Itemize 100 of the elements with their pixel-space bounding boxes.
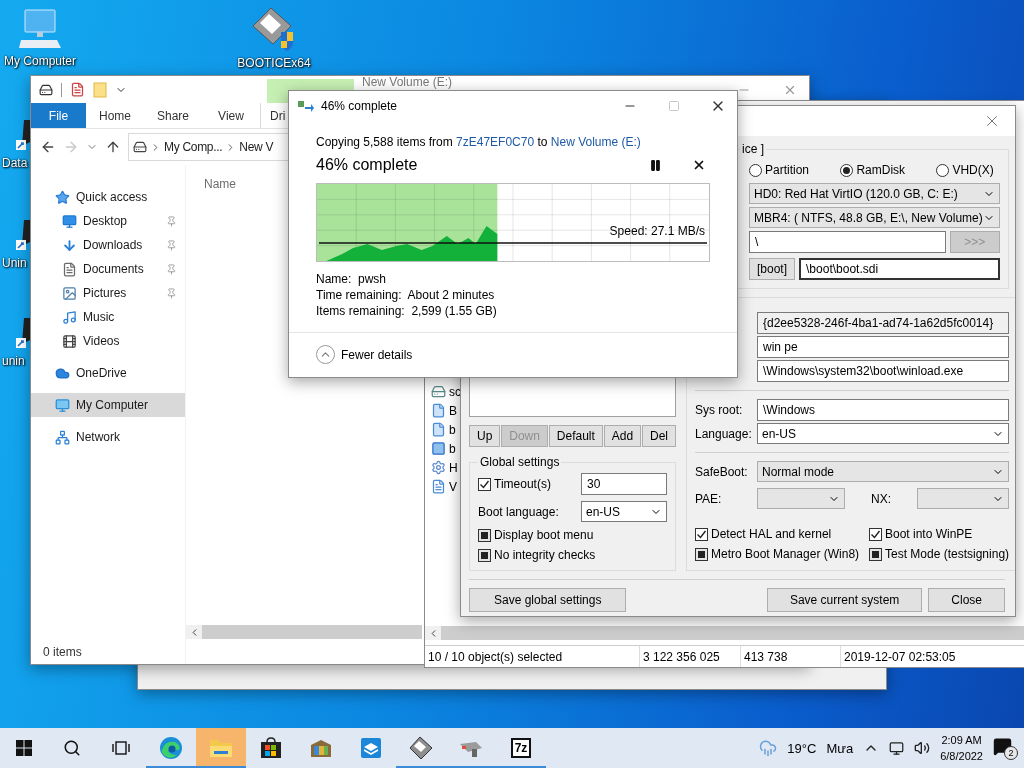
file-item[interactable]: H [431,458,458,477]
nav-item[interactable]: My Computer [31,393,185,417]
ribbon-tab[interactable]: View [202,103,260,128]
file-item[interactable]: V [431,477,457,496]
source-link[interactable]: 7zE47EF0C70 [456,135,535,149]
pause-icon[interactable] [649,158,662,172]
radio-button[interactable]: VHD(X) [936,163,994,177]
properties-icon[interactable] [70,82,85,97]
browser-icon [159,736,183,760]
safeboot-dropdown[interactable]: Normal mode [757,461,1010,482]
boot-file-field[interactable]: \Windows\system32\boot\winload.exe [757,360,1010,382]
ribbon-tab[interactable]: File [31,103,86,128]
field-label: PAE: [695,491,723,506]
footer-button[interactable]: Close [928,588,1005,612]
horizontal-scrollbar[interactable] [186,625,422,639]
search-icon[interactable] [63,739,81,757]
shortcut-icon[interactable] [16,318,30,350]
taskbar-button[interactable]: 7z [496,728,546,768]
task-view-icon[interactable] [112,740,130,756]
nav-item[interactable]: Desktop [31,209,185,233]
nav-item[interactable]: Pictures [31,281,185,305]
footer-button[interactable]: Save current system [766,588,923,612]
computer-icon[interactable] [17,8,63,50]
list-button[interactable]: Del [642,425,676,447]
nav-item[interactable]: Documents [31,257,185,281]
nav-item[interactable]: Quick access [31,185,185,209]
nav-item[interactable]: Videos [31,329,185,353]
nav-item[interactable]: Downloads [31,233,185,257]
breadcrumb-item[interactable]: New V [239,140,274,154]
folder-icon [209,737,233,759]
up-icon[interactable] [105,139,121,155]
sdi-path-field[interactable]: \boot\boot.sdi [799,258,1000,280]
horizontal-scrollbar[interactable] [425,626,1024,640]
detail-text: Name: pwsh [316,272,388,286]
back-icon[interactable] [40,139,56,155]
cloud-icon [55,365,70,381]
speed-label: Speed: 27.1 MB/s [609,224,705,238]
detail-text: Time remaining: About 2 minutes [316,288,496,302]
windows-logo-icon[interactable] [16,740,32,756]
sys-root-field[interactable]: \Windows [757,399,1010,421]
file-item[interactable]: b [431,439,456,458]
network-icon[interactable] [889,740,905,756]
cancel-icon[interactable] [692,158,706,172]
option-checkbox[interactable]: Detect HAL and kernel [695,527,869,541]
timeout-field[interactable]: 30 [581,473,667,495]
details-toggle[interactable]: Fewer details [341,347,413,362]
drive-icon[interactable] [39,82,53,97]
clock[interactable]: 2:09 AM 6/8/2022 [940,732,983,764]
checkmark-icon [479,478,490,490]
disk-dropdown[interactable]: HD0: Red Hat VirtIO (120.0 GB, C: E:) [749,183,1000,204]
nav-item[interactable]: Music [31,305,185,329]
group-title: Global settings [479,455,561,469]
list-button[interactable]: Add [603,425,642,447]
option-checkbox[interactable]: Metro Boot Manager (Win8) [695,547,869,561]
icon-label: unin [2,354,25,368]
status-cell: 10 / 10 object(s) selected [425,646,640,667]
checkmark-icon [870,528,881,540]
volume-icon[interactable] [914,740,931,756]
list-button[interactable]: Up [469,425,501,447]
document-icon [62,261,77,277]
boot-button[interactable]: [boot] [749,258,796,280]
temperature-text[interactable]: 19°C [787,740,817,756]
breadcrumb-item[interactable]: My Comp... [164,140,223,154]
field-label: Language: [695,426,753,441]
option-checkbox[interactable]: Display boot menu [478,528,667,542]
list-button[interactable]: Default [548,425,603,447]
radio-button[interactable]: RamDisk [840,163,906,177]
path-field[interactable]: \ [749,231,946,253]
ribbon-tab[interactable]: Home [86,103,144,128]
computer-icon [55,397,70,413]
nav-item[interactable]: Network [31,425,185,449]
ribbon-tab[interactable]: Share [144,103,202,128]
entry-title-field[interactable]: win pe [757,336,1010,358]
entry-id-field[interactable]: {d2ee5328-246f-4ba1-ad74-1a62d5fc0014} [757,312,1010,334]
drive-icon [133,140,147,154]
shortcut-icon[interactable] [16,220,30,252]
boot-language-dropdown[interactable]: en-US [581,501,667,522]
status-text: 0 items [42,643,83,661]
file-item[interactable]: B [431,401,457,420]
radio-button[interactable]: Partition [749,163,810,177]
monitor-icon [62,213,77,229]
document-icon [431,479,446,494]
option-checkbox[interactable]: No integrity checks [478,548,667,562]
option-checkbox[interactable]: Test Mode (testsigning) [869,547,1010,561]
star-icon [55,189,70,205]
icon-label: Unin [2,256,27,270]
timeout-checkbox[interactable]: Timeout(s) [478,477,551,491]
file-item[interactable]: sc [431,382,461,401]
shortcut-icon[interactable] [16,120,30,152]
file-item[interactable]: b [431,420,456,439]
column-header[interactable]: Name [204,177,236,191]
weather-text[interactable]: Mưa [826,740,854,756]
option-checkbox[interactable]: Boot into WinPE [869,527,1010,541]
weather-icon[interactable] [759,739,778,757]
partition-dropdown[interactable]: MBR4: ( NTFS, 48.8 GB, E:\, New Volume) [749,207,1000,228]
gear-icon [431,460,446,475]
footer-button[interactable]: Save global settings [469,588,627,612]
language-dropdown[interactable]: en-US [757,423,1010,444]
nav-item[interactable]: OneDrive [31,361,185,385]
destination-link[interactable]: New Volume (E:) [550,135,641,149]
